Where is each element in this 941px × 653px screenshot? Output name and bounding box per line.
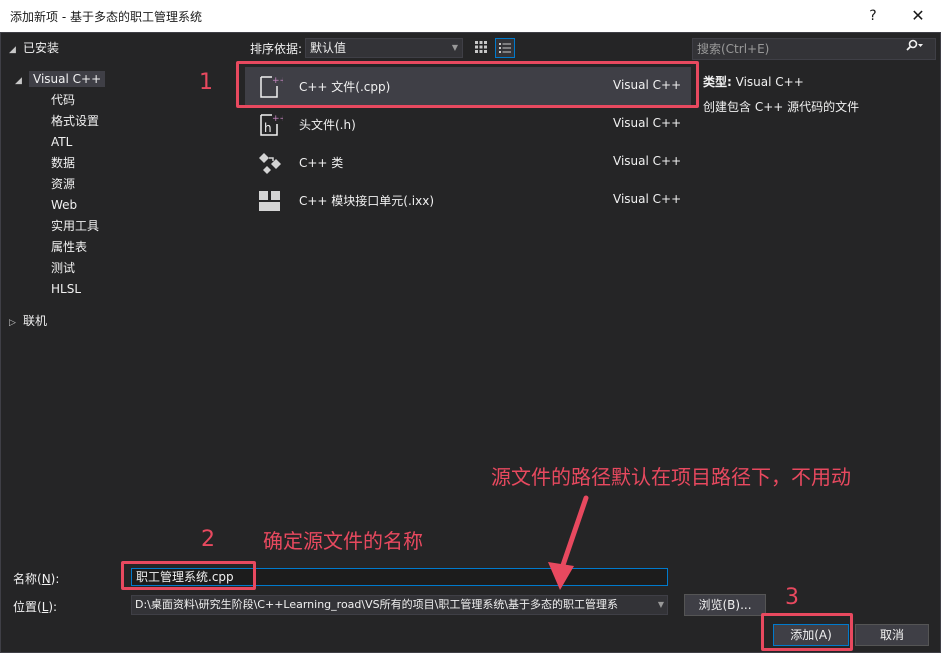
browse-button[interactable]: 浏览(B)... (684, 594, 766, 616)
grid-view-icon (475, 41, 487, 53)
cpp-class-icon (259, 153, 281, 174)
sort-label: 排序依据: (250, 42, 303, 56)
tree-node-visual-cpp[interactable]: ◢ Visual C++ (15, 69, 106, 89)
chevron-down-icon[interactable]: ▼ (655, 596, 664, 614)
tree-node-hlsl[interactable]: HLSL (51, 279, 81, 299)
annotation-number-3: 3 (785, 585, 799, 610)
tree-node-online[interactable]: ▷ 联机 (9, 311, 47, 331)
tree-node-resources[interactable]: 资源 (51, 174, 75, 194)
template-name: 头文件(.h) (299, 118, 356, 132)
grid-view-button[interactable] (471, 38, 491, 58)
template-language: Visual C++ (613, 78, 682, 92)
annotation-note-name: 确定源文件的名称 (263, 529, 423, 553)
svg-text:++: ++ (272, 76, 283, 86)
tree-node-code[interactable]: 代码 (51, 90, 75, 110)
tree-label: 联机 (23, 314, 48, 328)
template-name: C++ 模块接口单元(.ixx) (299, 194, 435, 208)
tree-node-installed[interactable]: ◢ 已安装 (9, 38, 59, 58)
name-label-suffix: ): (50, 572, 60, 586)
cancel-button[interactable]: 取消 (855, 624, 929, 646)
module-interface-icon (259, 191, 280, 211)
help-button[interactable]: ? (850, 0, 896, 32)
template-name: C++ 文件(.cpp) (299, 80, 391, 94)
annotation-note-path: 源文件的路径默认在项目路径下，不用动 (491, 465, 851, 489)
cpp-file-icon: ++ (260, 76, 283, 98)
type-label: 类型: (703, 75, 732, 89)
template-toolbar: 排序依据: 默认值 ▼ (245, 33, 691, 61)
tree-node-property-sheets[interactable]: 属性表 (51, 237, 87, 257)
template-item-cpp-file[interactable]: ++ C++ 文件(.cpp) Visual C++ (245, 67, 691, 105)
tree-node-atl[interactable]: ATL (51, 132, 72, 152)
tree-node-web[interactable]: Web (51, 195, 77, 215)
window-title: 添加新项 - 基于多态的职工管理系统 (10, 10, 202, 24)
search-dropdown-icon (906, 39, 923, 51)
search-input[interactable]: 搜索(Ctrl+E) (692, 38, 936, 60)
name-label-prefix: 名称( (13, 572, 42, 586)
chevron-down-icon: ▼ (451, 43, 458, 52)
template-name: C++ 类 (299, 156, 344, 170)
template-item-module-interface[interactable]: C++ 模块接口单元(.ixx) Visual C++ (245, 181, 691, 219)
location-label-suffix: ): (48, 600, 58, 614)
expanded-triangle-icon: ◢ (15, 76, 22, 86)
annotation-number-1: 1 (199, 70, 213, 95)
location-label: 位置(L): (13, 598, 57, 615)
close-button[interactable]: ✕ (895, 0, 941, 32)
add-new-item-dialog: ◢ 已安装 ◢ Visual C++ 代码 格式设置 ATL 数据 资源 Web 实… (0, 32, 941, 653)
tree-node-data[interactable]: 数据 (51, 153, 75, 173)
template-item-header-file[interactable]: h ++ 头文件(.h) Visual C++ (245, 105, 691, 143)
tree-node-test[interactable]: 测试 (51, 258, 75, 278)
title-bar: 添加新项 - 基于多态的职工管理系统 ? ✕ (0, 0, 941, 32)
collapsed-triangle-icon: ▷ (9, 318, 16, 328)
template-item-cpp-class[interactable]: C++ 类 Visual C++ (245, 143, 691, 181)
item-form: 名称(N): 职工管理系统.cpp 位置(L): D:\桌面资料\研究生阶段\C… (1, 558, 940, 652)
list-view-icon (499, 43, 511, 53)
name-label: 名称(N): (13, 570, 59, 587)
template-language: Visual C++ (613, 154, 682, 168)
add-button[interactable]: 添加(A) (773, 624, 849, 646)
template-language: Visual C++ (613, 192, 682, 206)
tree-label: 已安装 (23, 41, 60, 55)
type-value: Visual C++ (735, 75, 804, 89)
sort-dropdown[interactable]: 默认值 ▼ (305, 38, 463, 58)
type-row: 类型: Visual C++ (703, 73, 804, 90)
tree-node-formatting[interactable]: 格式设置 (51, 111, 99, 131)
annotation-number-2: 2 (201, 527, 215, 552)
svg-text:++: ++ (272, 114, 283, 124)
annotation-arrow-icon (548, 495, 589, 590)
name-label-access-key: N (41, 572, 51, 586)
tree-label: Visual C++ (29, 71, 106, 87)
tree-node-utilities[interactable]: 实用工具 (51, 216, 99, 236)
search-icon[interactable] (906, 39, 926, 59)
template-description: 创建包含 C++ 源代码的文件 (703, 100, 860, 114)
header-file-icon: h ++ (260, 114, 283, 136)
svg-text:h: h (264, 121, 272, 135)
list-view-button[interactable] (495, 38, 515, 58)
template-category-tree: ◢ 已安装 ◢ Visual C++ 代码 格式设置 ATL 数据 资源 Web 实… (1, 33, 245, 558)
sort-value: 默认值 (310, 41, 347, 55)
template-language: Visual C++ (613, 116, 682, 130)
expanded-triangle-icon: ◢ (9, 45, 16, 55)
location-label-prefix: 位置( (13, 600, 42, 614)
